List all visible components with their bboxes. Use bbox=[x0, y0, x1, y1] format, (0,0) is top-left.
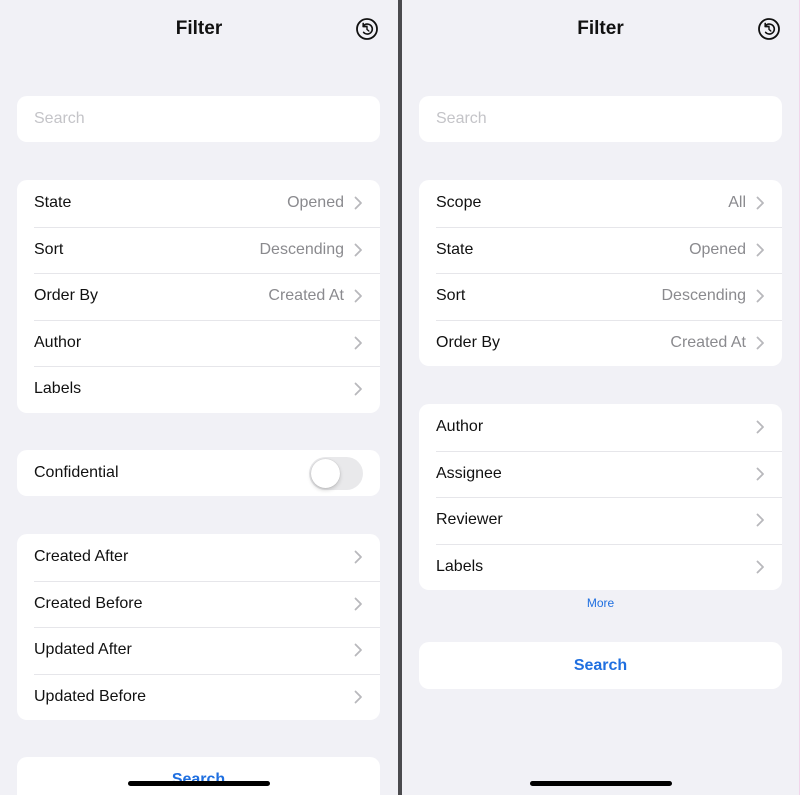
row-label: State bbox=[436, 240, 474, 258]
row-label: Scope bbox=[436, 194, 482, 212]
filter-group-main: Scope All State Opened Sort Descending O… bbox=[419, 180, 782, 366]
row-state[interactable]: State Opened bbox=[17, 180, 380, 227]
row-label: Order By bbox=[34, 287, 99, 305]
row-label: Created Before bbox=[34, 594, 143, 612]
right-filter-screen: Filter Scope All State Opened Sort Desce… bbox=[402, 0, 799, 795]
row-author[interactable]: Author bbox=[419, 404, 782, 451]
row-author[interactable]: Author bbox=[17, 319, 380, 367]
chevron-right-icon bbox=[354, 336, 362, 350]
date-filter-group: Created After Created Before Updated Aft… bbox=[17, 534, 380, 720]
chevron-right-icon bbox=[756, 289, 764, 303]
row-value: Opened bbox=[689, 240, 746, 258]
row-order-by[interactable]: Order By Created At bbox=[419, 319, 782, 367]
search-button[interactable]: Search bbox=[17, 757, 380, 795]
row-updated-after[interactable]: Updated After bbox=[17, 627, 380, 674]
row-value: Descending bbox=[259, 240, 345, 258]
row-sort[interactable]: Sort Descending bbox=[419, 273, 782, 320]
filter-group-main: State Opened Sort Descending Order By Cr… bbox=[17, 180, 380, 413]
row-label: Order By bbox=[436, 333, 501, 351]
page-title: Filter bbox=[175, 18, 223, 39]
row-label: Author bbox=[436, 418, 484, 436]
row-updated-before[interactable]: Updated Before bbox=[17, 673, 380, 721]
row-label: Created After bbox=[34, 548, 129, 566]
row-scope[interactable]: Scope All bbox=[419, 180, 782, 227]
more-link[interactable]: More bbox=[402, 596, 799, 610]
row-order-by[interactable]: Order By Created At bbox=[17, 273, 380, 320]
row-value: Descending bbox=[661, 287, 747, 305]
row-sort[interactable]: Sort Descending bbox=[17, 226, 380, 274]
row-state[interactable]: State Opened bbox=[419, 226, 782, 274]
row-label: Updated Before bbox=[34, 687, 147, 705]
chevron-right-icon bbox=[354, 597, 362, 611]
row-label: Labels bbox=[34, 380, 82, 398]
chevron-right-icon bbox=[354, 196, 362, 210]
row-value: All bbox=[728, 194, 746, 212]
row-label: Sort bbox=[34, 240, 64, 258]
row-value: Created At bbox=[268, 287, 344, 305]
chevron-right-icon bbox=[756, 336, 764, 350]
toggle-knob bbox=[311, 458, 340, 488]
row-assignee[interactable]: Assignee bbox=[419, 450, 782, 498]
search-input[interactable] bbox=[419, 96, 782, 142]
reset-button[interactable] bbox=[355, 17, 379, 41]
chevron-right-icon bbox=[354, 690, 362, 704]
page-title: Filter bbox=[577, 18, 624, 39]
chevron-right-icon bbox=[354, 643, 362, 657]
row-labels[interactable]: Labels bbox=[17, 366, 380, 413]
chevron-right-icon bbox=[756, 513, 764, 527]
row-labels[interactable]: Labels bbox=[419, 543, 782, 591]
row-label: Confidential bbox=[34, 464, 119, 481]
row-confidential: Confidential bbox=[17, 450, 380, 496]
chevron-right-icon bbox=[354, 382, 362, 396]
row-value: Opened bbox=[287, 194, 344, 212]
confidential-toggle[interactable] bbox=[309, 456, 363, 490]
row-label: Assignee bbox=[436, 464, 502, 482]
row-label: Author bbox=[34, 333, 82, 351]
chevron-right-icon bbox=[354, 550, 362, 564]
left-filter-screen: Filter State Opened Sort Descending Orde… bbox=[0, 0, 398, 795]
row-reviewer[interactable]: Reviewer bbox=[419, 497, 782, 544]
row-created-after[interactable]: Created After bbox=[17, 534, 380, 581]
row-label: Reviewer bbox=[436, 511, 503, 529]
people-filter-group: Author Assignee Reviewer Labels bbox=[419, 404, 782, 590]
row-label: Updated After bbox=[34, 641, 132, 659]
home-indicator bbox=[128, 781, 270, 786]
reset-icon bbox=[356, 18, 378, 40]
search-input[interactable] bbox=[17, 96, 380, 142]
chevron-right-icon bbox=[756, 560, 764, 574]
chevron-right-icon bbox=[354, 243, 362, 257]
row-value: Created At bbox=[670, 333, 746, 351]
row-label: State bbox=[34, 194, 72, 212]
reset-button[interactable] bbox=[757, 17, 781, 41]
reset-icon bbox=[758, 18, 780, 40]
search-button[interactable]: Search bbox=[419, 642, 782, 689]
chevron-right-icon bbox=[756, 196, 764, 210]
row-label: Sort bbox=[436, 287, 466, 305]
row-created-before[interactable]: Created Before bbox=[17, 580, 380, 628]
chevron-right-icon bbox=[756, 420, 764, 434]
home-indicator bbox=[530, 781, 672, 786]
confidential-group: Confidential bbox=[17, 450, 380, 496]
row-label: Labels bbox=[436, 557, 484, 575]
chevron-right-icon bbox=[354, 289, 362, 303]
chevron-right-icon bbox=[756, 467, 764, 481]
chevron-right-icon bbox=[756, 243, 764, 257]
